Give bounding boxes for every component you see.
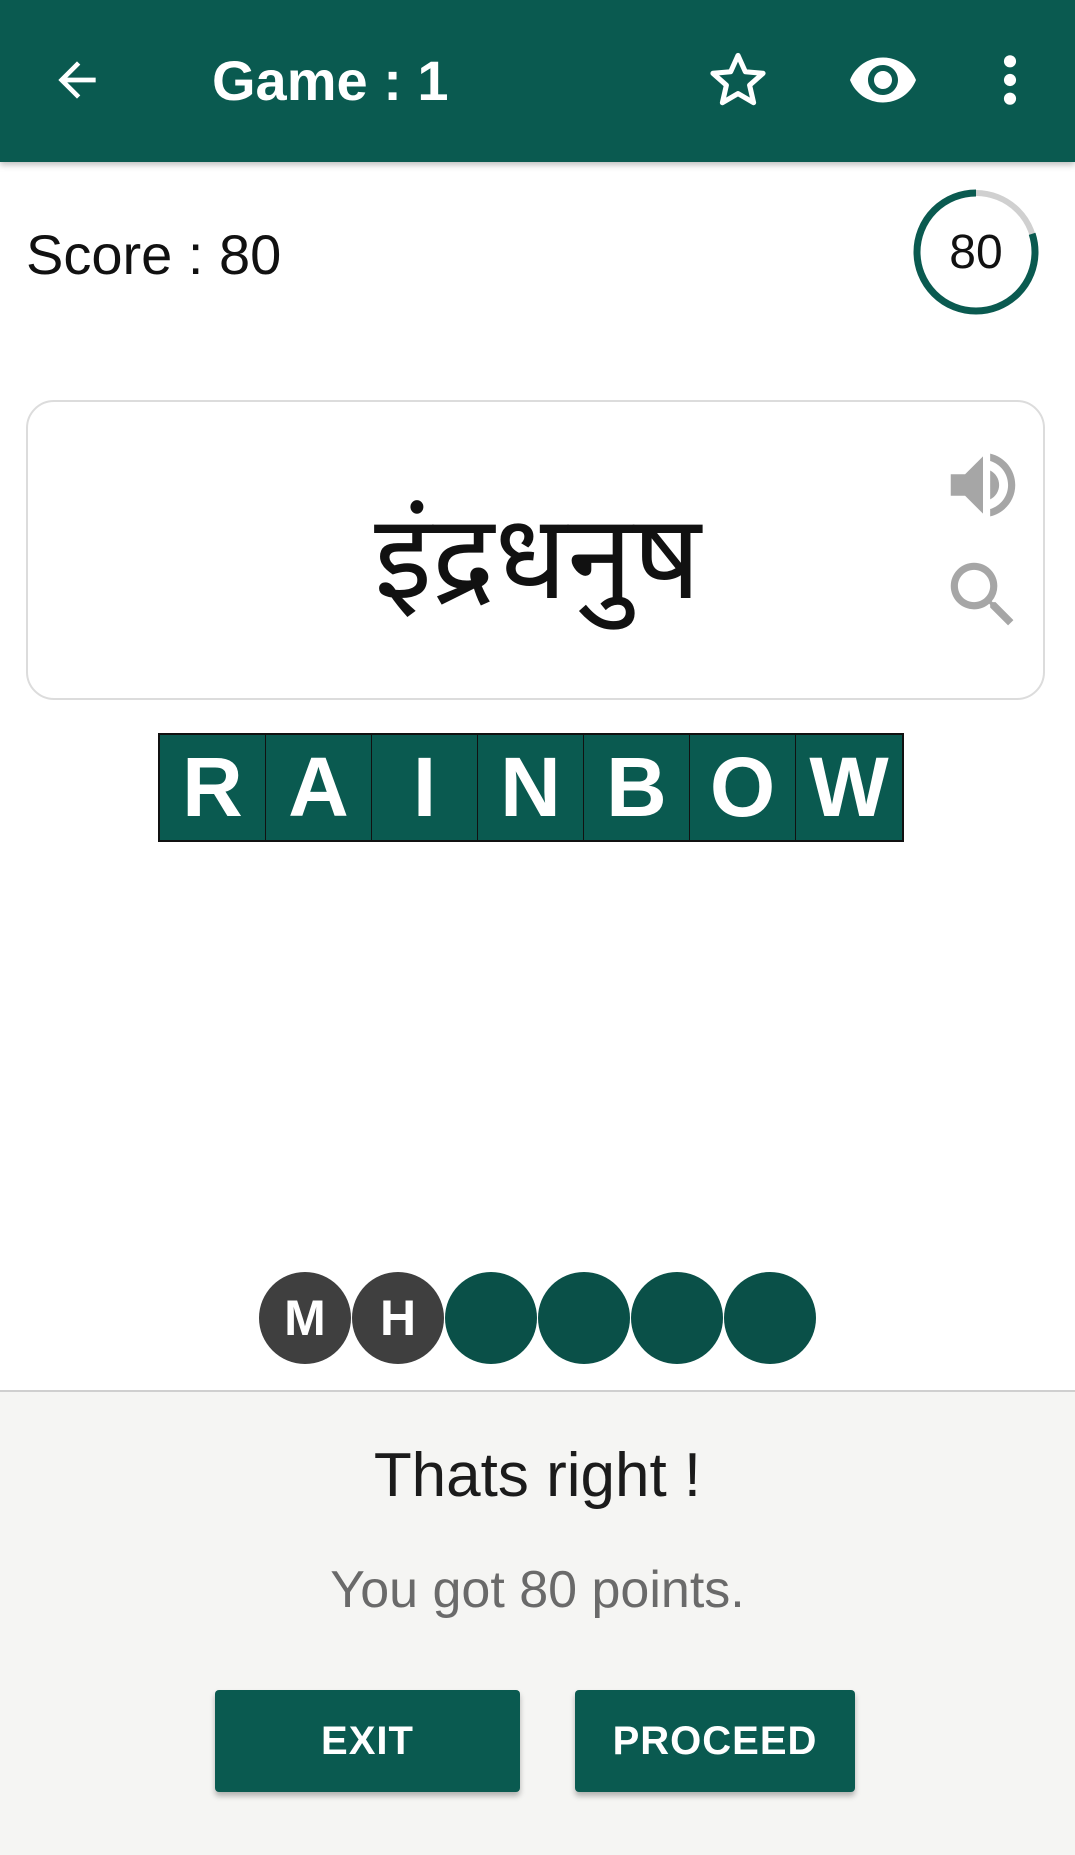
search-icon[interactable] bbox=[940, 552, 1026, 638]
score-label: Score : 80 bbox=[26, 223, 282, 286]
result-message: You got 80 points. bbox=[330, 1561, 745, 1619]
word-card: इंद्रधनुष bbox=[26, 400, 1045, 700]
answer-tile: B bbox=[584, 735, 690, 840]
speaker-icon[interactable] bbox=[940, 442, 1026, 528]
hint-circle[interactable] bbox=[538, 1272, 630, 1364]
result-title: Thats right ! bbox=[373, 1441, 702, 1510]
answer-tile: A bbox=[266, 735, 372, 840]
score-ring-value: 80 bbox=[949, 225, 1003, 279]
hint-circles: M H bbox=[259, 1272, 817, 1364]
eye-icon[interactable] bbox=[842, 45, 924, 115]
hint-circle[interactable] bbox=[631, 1272, 723, 1364]
app-bar: Game : 1 bbox=[0, 0, 1075, 162]
more-vertical-icon[interactable] bbox=[985, 45, 1035, 115]
hindi-word: इंद्रधनुष bbox=[374, 487, 701, 626]
answer-tile: R bbox=[160, 735, 266, 840]
hint-circle[interactable] bbox=[445, 1272, 537, 1364]
answer-tile: I bbox=[372, 735, 478, 840]
answer-tile: W bbox=[796, 735, 902, 840]
hint-circle: H bbox=[352, 1272, 444, 1364]
page-title: Game : 1 bbox=[212, 49, 449, 112]
answer-tile: N bbox=[478, 735, 584, 840]
hint-circle: M bbox=[259, 1272, 351, 1364]
hint-circle[interactable] bbox=[724, 1272, 816, 1364]
proceed-button[interactable]: PROCEED bbox=[575, 1690, 855, 1792]
arrow-left-icon[interactable] bbox=[42, 45, 112, 115]
answer-tile: O bbox=[690, 735, 796, 840]
star-outline-icon[interactable] bbox=[700, 45, 776, 115]
answer-tiles: R A I N B O W bbox=[158, 733, 904, 842]
exit-button[interactable]: EXIT bbox=[215, 1690, 520, 1792]
